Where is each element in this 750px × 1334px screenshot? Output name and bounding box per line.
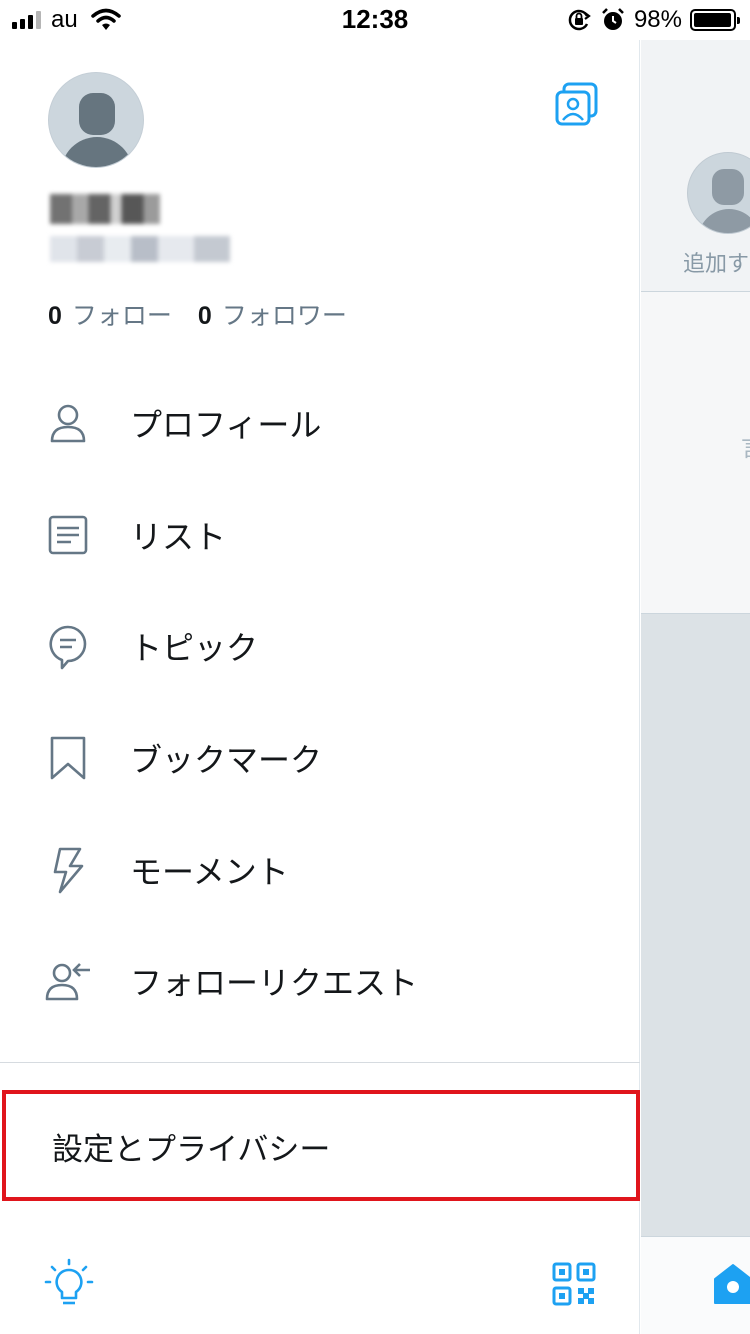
add-account-label: 追加す: [683, 252, 750, 277]
background-tab-bar: [641, 1236, 750, 1334]
add-account-avatar-head: [712, 169, 744, 205]
qr-code-icon[interactable]: [552, 1262, 596, 1306]
followers-label: フォロワー: [221, 301, 347, 330]
menu-label-moments: モーメント: [130, 853, 289, 891]
menu-label-bookmarks: ブックマーク: [130, 741, 323, 779]
avatar[interactable]: [48, 72, 144, 168]
username-redacted: [50, 236, 230, 262]
status-bar: au 12:38 98%: [0, 0, 750, 40]
menu-item-bookmarks[interactable]: ブックマーク: [0, 702, 640, 814]
status-right: 98%: [566, 6, 740, 34]
add-account-avatar-body: [698, 209, 750, 233]
followers-count: 0: [197, 302, 212, 330]
following-link[interactable]: 0 フォロー: [48, 296, 172, 332]
menu-item-lists[interactable]: リスト: [0, 479, 640, 591]
display-name-redacted: [50, 194, 160, 224]
moments-icon: [53, 847, 84, 894]
add-account-avatar: [687, 152, 750, 234]
menu-item-follow-requests[interactable]: フォローリクエスト: [0, 925, 640, 1037]
profile-icon: [50, 404, 86, 443]
accounts-icon[interactable]: [552, 80, 602, 130]
followers-link[interactable]: 0 フォロワー: [198, 296, 347, 332]
battery-fill: [694, 13, 732, 27]
avatar-body: [61, 137, 133, 167]
follow-stats: 0 フォロー 0 フォロワー: [48, 296, 347, 332]
bookmark-icon: [50, 736, 86, 780]
orientation-lock-icon: [568, 9, 591, 31]
menu-label-profile: プロフィール: [130, 406, 322, 444]
menu-label-follow-requests: フォローリクエスト: [130, 964, 419, 1002]
night-mode-bulb-icon[interactable]: [44, 1258, 94, 1310]
menu-item-profile[interactable]: プロフィール: [0, 367, 640, 479]
background-partial-text: 言: [741, 428, 750, 463]
list-icon: [48, 515, 88, 555]
menu-label-topics: トピック: [130, 629, 259, 667]
topic-icon: [49, 625, 87, 670]
menu-label-lists: リスト: [130, 518, 227, 556]
drawer-divider: [0, 1062, 640, 1063]
battery-percent: 98%: [633, 6, 682, 33]
following-label: フォロー: [71, 301, 172, 330]
follow-request-icon: [45, 963, 90, 1001]
background-header: 追加す: [641, 40, 750, 292]
following-count: 0: [48, 302, 62, 330]
home-icon: [714, 1264, 750, 1304]
settings-label: 設定とプライバシー: [52, 1132, 331, 1168]
settings-and-privacy-row[interactable]: 設定とプライバシー: [2, 1090, 640, 1201]
drawer-bottom-bar: [0, 1236, 640, 1334]
menu-item-topics[interactable]: トピック: [0, 590, 640, 702]
alarm-icon: [602, 8, 624, 30]
background-content: 追加す 言: [641, 40, 750, 1334]
battery-icon: [690, 9, 740, 31]
background-middle: 言: [641, 292, 750, 614]
side-drawer: 0 フォロー 0 フォロワー プロフィール リスト トピック ブックマーク モー…: [0, 40, 640, 1334]
menu-item-moments[interactable]: モーメント: [0, 814, 640, 926]
avatar-head: [79, 93, 115, 135]
